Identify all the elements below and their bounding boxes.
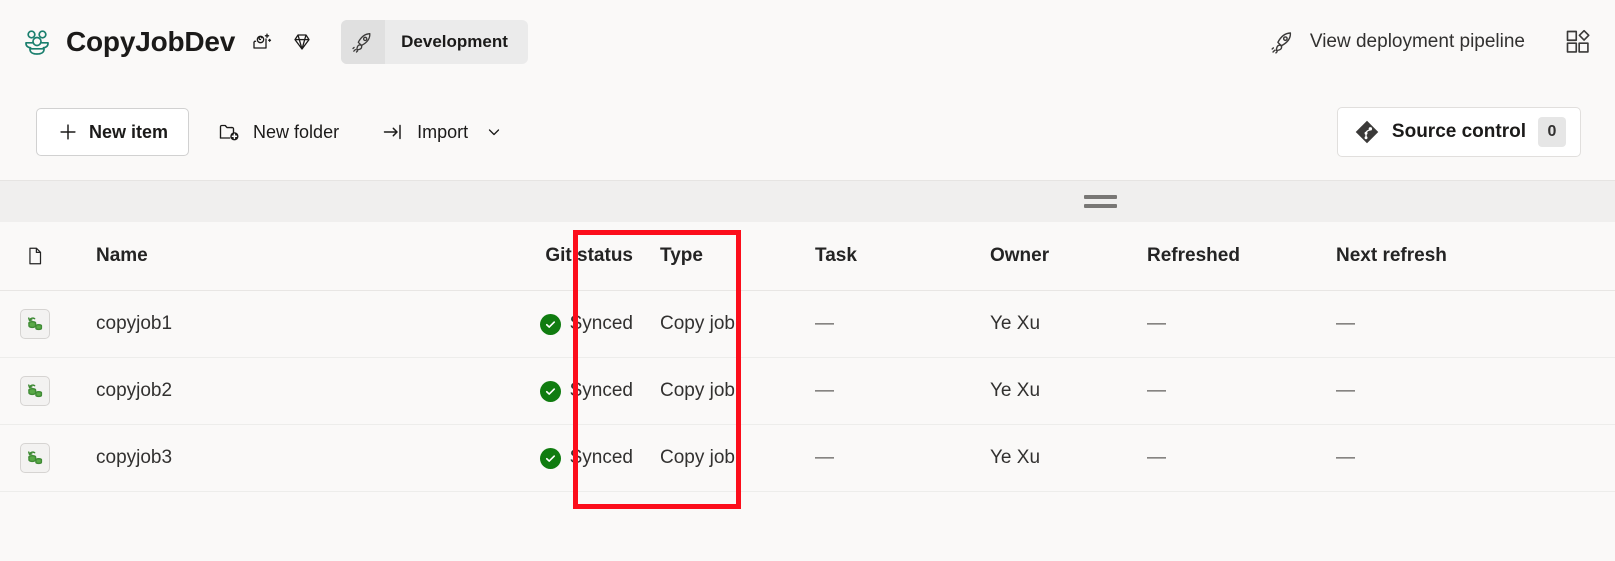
copy-job-icon (0, 376, 70, 406)
cell-type: Copy job (660, 380, 735, 401)
top-bar: CopyJobDev Development View deployment p… (0, 0, 1615, 84)
column-header-name[interactable]: Name (70, 245, 490, 267)
import-button[interactable]: Import (367, 108, 516, 156)
document-column-icon (0, 245, 70, 267)
cell-next-refresh: — (1336, 380, 1355, 401)
source-control-button[interactable]: Source control 0 (1336, 107, 1581, 157)
cell-type: Copy job (660, 313, 735, 334)
rocket-icon (341, 20, 386, 64)
copy-job-icon-badge (20, 376, 50, 406)
environment-badge[interactable]: Development (341, 20, 528, 64)
pane-resize-handle[interactable] (1084, 195, 1117, 208)
resize-handle-bar (1084, 204, 1117, 208)
source-control-label: Source control (1391, 121, 1526, 142)
workspace-people-icon (20, 25, 54, 59)
cell-task: — (815, 447, 834, 468)
check-circle-icon (539, 313, 561, 335)
git-status-synced: Synced (539, 447, 633, 469)
command-bar: New item New folder Import Source contro… (0, 84, 1615, 180)
copy-job-icon-badge (20, 443, 50, 473)
copy-job-icon (0, 443, 70, 473)
git-status-label: Synced (569, 447, 633, 468)
cell-name[interactable]: copyjob3 (70, 447, 490, 469)
top-bar-right: View deployment pipeline (1256, 0, 1615, 84)
git-status-label: Synced (569, 313, 633, 334)
column-header-refreshed[interactable]: Refreshed (1115, 245, 1300, 267)
cell-task: — (815, 313, 834, 334)
column-header-type[interactable]: Type (635, 245, 790, 267)
top-bar-left: CopyJobDev Development (0, 20, 528, 64)
cell-name[interactable]: copyjob1 (70, 313, 490, 335)
git-status-synced: Synced (539, 380, 633, 402)
column-header-git-status-label: Git status (545, 245, 633, 266)
items-table: Name Git status Type Task Owner Refreshe… (0, 222, 1615, 492)
copy-job-icon (0, 309, 70, 339)
new-item-label: New item (89, 121, 169, 142)
command-bar-right: Source control 0 (1336, 107, 1581, 157)
column-header-owner[interactable]: Owner (960, 245, 1115, 267)
new-folder-icon (217, 120, 241, 144)
cell-name[interactable]: copyjob2 (70, 380, 490, 402)
table-header-row: Name Git status Type Task Owner Refreshe… (0, 222, 1615, 291)
import-arrow-icon (381, 120, 405, 144)
ai-sparkle-icon[interactable] (249, 29, 275, 55)
table-row[interactable]: copyjob1 Synced Copy job — Ye Xu — — (0, 291, 1615, 358)
command-bar-left: New item New folder Import (0, 108, 516, 156)
view-deployment-pipeline-label: View deployment pipeline (1309, 31, 1525, 52)
new-item-button[interactable]: New item (36, 108, 190, 156)
column-header-next-refresh[interactable]: Next refresh (1300, 245, 1500, 267)
table-row[interactable]: copyjob3 Synced Copy job — Ye Xu — — (0, 425, 1615, 492)
rocket-icon (1270, 29, 1296, 55)
cell-owner: Ye Xu (990, 380, 1041, 401)
cell-refreshed: — (1147, 447, 1166, 468)
copy-job-icon-badge (20, 309, 50, 339)
git-status-label: Synced (569, 380, 633, 401)
source-control-count-badge: 0 (1538, 117, 1566, 147)
plus-icon (57, 121, 79, 143)
column-header-git-status[interactable]: Git status (490, 245, 635, 267)
resize-handle-bar (1084, 195, 1117, 199)
git-status-synced: Synced (539, 313, 633, 335)
cell-refreshed: — (1147, 380, 1166, 401)
table-body: copyjob1 Synced Copy job — Ye Xu — — copyjob2… (0, 291, 1615, 492)
view-deployment-pipeline-button[interactable]: View deployment pipeline (1256, 21, 1539, 63)
table-row[interactable]: copyjob2 Synced Copy job — Ye Xu — — (0, 358, 1615, 425)
cell-git-status: Synced (490, 447, 635, 469)
git-logo-icon (1354, 119, 1380, 145)
pane-divider-strip (0, 180, 1615, 222)
fabric-workspace-page: CopyJobDev Development View deployment p… (0, 0, 1615, 561)
cell-refreshed: — (1147, 313, 1166, 334)
import-label: Import (417, 121, 469, 142)
cell-type: Copy job (660, 447, 735, 468)
check-circle-icon (539, 447, 561, 469)
cell-owner: Ye Xu (990, 313, 1041, 334)
cell-task: — (815, 380, 834, 401)
cell-git-status: Synced (490, 313, 635, 335)
environment-badge-label: Development (401, 32, 508, 51)
cell-next-refresh: — (1336, 447, 1355, 468)
apps-grid-icon[interactable] (1555, 19, 1601, 65)
page-title: CopyJobDev (66, 26, 236, 57)
new-folder-label: New folder (253, 121, 340, 142)
new-folder-button[interactable]: New folder (203, 108, 353, 156)
chevron-down-icon (486, 124, 502, 140)
column-header-task[interactable]: Task (790, 245, 960, 267)
diamond-capacity-icon[interactable] (289, 29, 315, 55)
cell-owner: Ye Xu (990, 447, 1041, 468)
cell-next-refresh: — (1336, 313, 1355, 334)
check-circle-icon (539, 380, 561, 402)
cell-git-status: Synced (490, 380, 635, 402)
